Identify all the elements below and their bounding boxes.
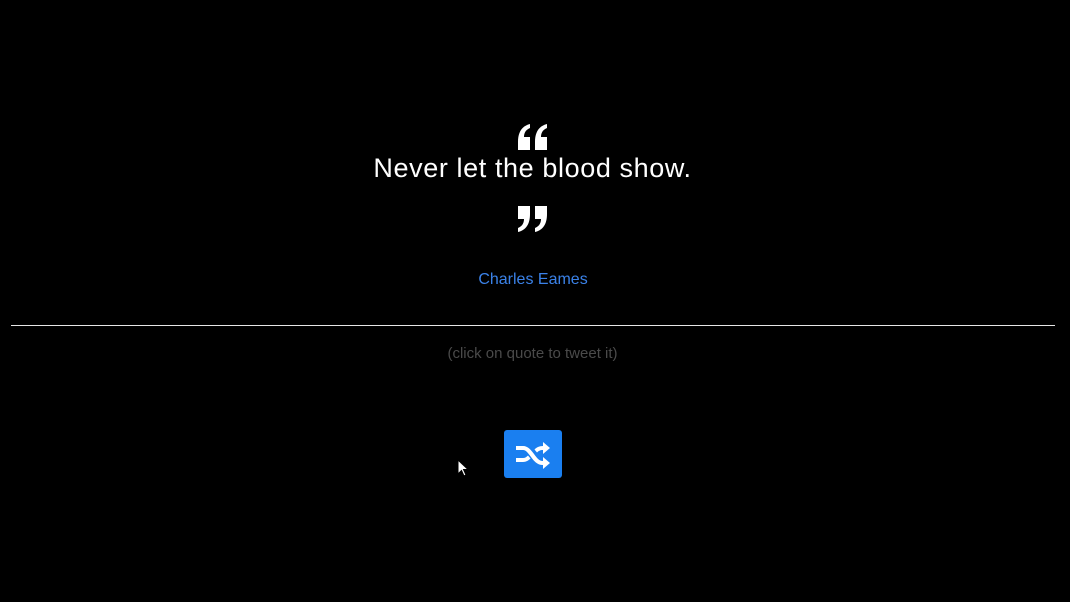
mouse-cursor-icon bbox=[457, 458, 470, 482]
tweet-hint: (click on quote to tweet it) bbox=[447, 345, 618, 362]
shuffle-button[interactable] bbox=[504, 430, 562, 478]
quote-page: Never let the blood show. Charles Eames … bbox=[0, 0, 1070, 602]
quote-right-icon bbox=[518, 206, 548, 239]
quote-text[interactable]: Never let the blood show. bbox=[0, 153, 1065, 184]
author-link[interactable]: Charles Eames bbox=[0, 271, 1066, 289]
divider bbox=[11, 325, 1055, 326]
shuffle-icon bbox=[516, 442, 550, 469]
